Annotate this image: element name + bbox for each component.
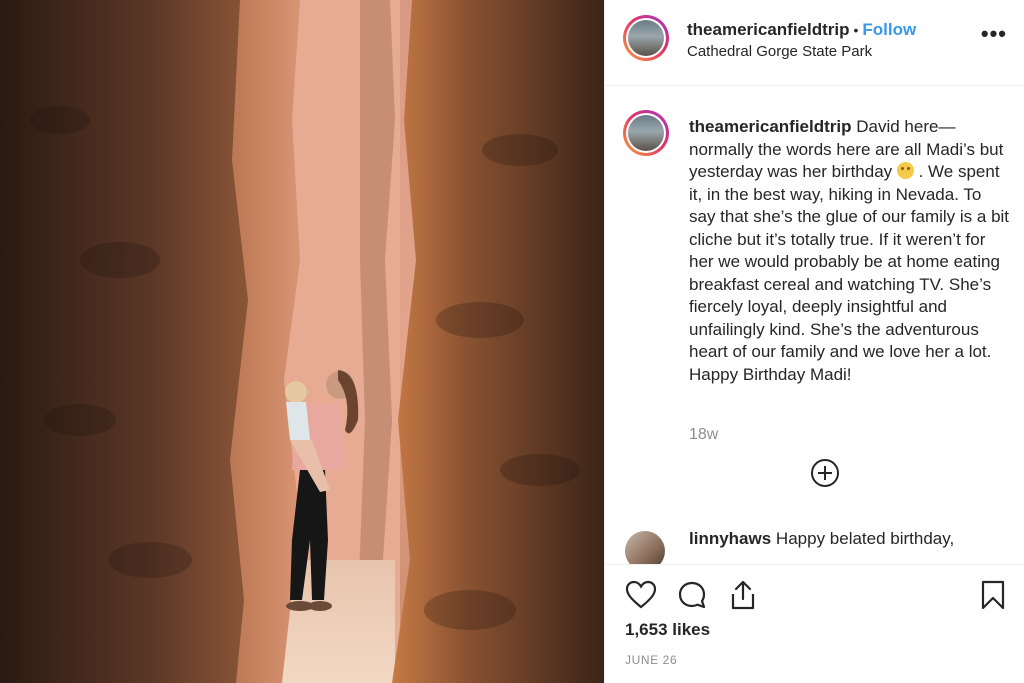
post-location[interactable]: Cathedral Gorge State Park <box>687 43 872 60</box>
avatar[interactable] <box>623 15 669 61</box>
caption: theamericanfieldtrip David here—normally… <box>689 116 1011 386</box>
comment-row: linnyhaws Happy belated birthday, <box>605 526 1024 564</box>
bookmark-icon[interactable] <box>980 579 1006 611</box>
post-date[interactable]: JUNE 26 <box>625 653 677 667</box>
post-actions: 1,653 likes JUNE 26 <box>605 564 1024 683</box>
post-header: theamericanfieldtrip • Follow Cathedral Go… <box>605 0 1024 86</box>
separator-dot: • <box>853 22 859 38</box>
post-username[interactable]: theamericanfieldtrip <box>687 20 850 39</box>
caption-avatar[interactable] <box>623 110 669 156</box>
comments-section[interactable]: theamericanfieldtrip David here—normally… <box>605 86 1024 564</box>
comment-text-line: linnyhaws Happy belated birthday, <box>689 529 954 549</box>
share-icon[interactable] <box>728 579 758 611</box>
canyon-photo <box>0 0 604 683</box>
follow-button[interactable]: Follow <box>862 20 916 39</box>
header-user-line: theamericanfieldtrip • Follow <box>687 20 916 40</box>
more-options-icon[interactable]: ••• <box>981 23 1007 45</box>
caption-timestamp[interactable]: 18w <box>689 426 718 444</box>
plus-circle-icon[interactable] <box>810 458 840 488</box>
like-count[interactable]: 1,653 likes <box>625 620 710 640</box>
smiling-emoji-icon <box>896 162 914 179</box>
commenter-avatar[interactable] <box>625 531 665 564</box>
heart-icon[interactable] <box>625 580 657 610</box>
caption-username[interactable]: theamericanfieldtrip <box>689 117 852 136</box>
caption-body-end: . We spent it, in the best way, hiking i… <box>689 162 1010 384</box>
comment-icon[interactable] <box>677 580 707 610</box>
post-details-panel: theamericanfieldtrip • Follow Cathedral Go… <box>604 0 1024 683</box>
comment-body: Happy belated birthday, <box>775 529 955 548</box>
commenter-username[interactable]: linnyhaws <box>689 529 771 548</box>
post-photo[interactable] <box>0 0 604 683</box>
